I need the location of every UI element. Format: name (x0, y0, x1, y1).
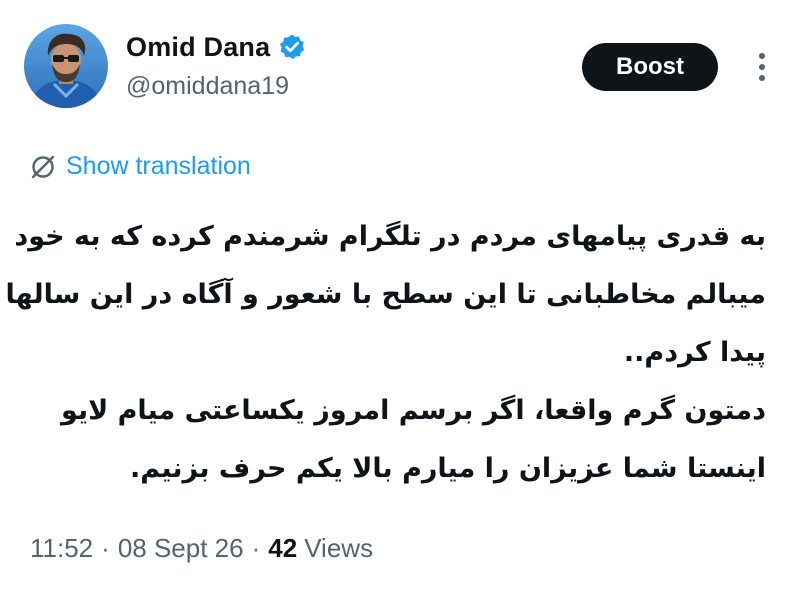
verified-badge-icon[interactable] (278, 33, 306, 61)
tweet-date[interactable]: 08 Sept 26 (118, 533, 244, 564)
tweet-line: پیدا کردم.. (623, 337, 766, 368)
boost-button[interactable]: Boost (582, 43, 718, 91)
tweet-line: میبالم مخاطبانی تا این سطح با شعور و آگا… (5, 279, 766, 310)
tweet-text: به قدری پیامهای مردم در تلگرام شرمندم کر… (5, 208, 766, 498)
author-info: Omid Dana @omiddana19 (126, 30, 306, 101)
translate-globe-icon (30, 154, 56, 180)
user-handle[interactable]: @omiddana19 (126, 72, 306, 101)
profile-photo (24, 24, 108, 108)
meta-separator: · (101, 533, 110, 563)
show-translation[interactable]: Show translation (30, 152, 251, 181)
name-row: Omid Dana (126, 30, 306, 64)
views-label: Views (304, 533, 374, 563)
avatar[interactable] (24, 24, 108, 108)
tweet-line: اینستا شما عزیزان را میارم بالا یکم حرف … (129, 453, 766, 484)
views-count[interactable]: 42 (268, 533, 297, 564)
meta-separator: · (251, 533, 261, 563)
tweet-time[interactable]: 11:52 (30, 533, 93, 564)
tweet-line: دمتون گرم واقعا، اگر برسم امروز یکساعتی … (61, 395, 766, 426)
tweet-meta: 11:52 · 08 Sept 26 · 42 Views (30, 533, 373, 564)
vertical-ellipsis-icon[interactable] (748, 50, 776, 84)
tweet-line: به قدری پیامهای مردم در تلگرام شرمندم کر… (14, 221, 766, 252)
display-name[interactable]: Omid Dana (126, 32, 270, 63)
show-translation-link[interactable]: Show translation (66, 152, 251, 181)
